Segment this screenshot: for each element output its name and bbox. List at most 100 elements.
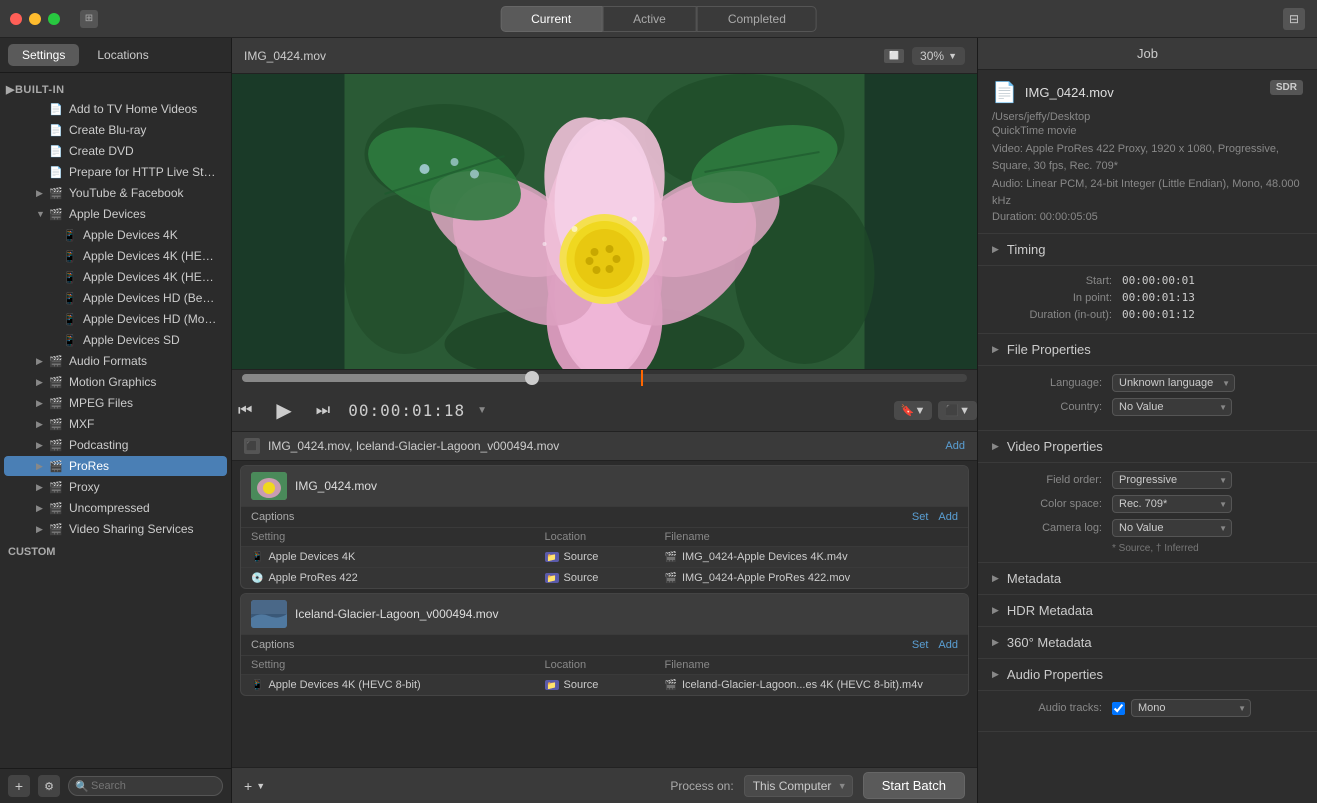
doc-icon: 📄 — [48, 143, 64, 159]
field-order-select[interactable]: Progressive — [1112, 471, 1232, 489]
sidebar-item-motion-graphics[interactable]: ▶ 🎬 Motion Graphics — [4, 372, 227, 392]
language-label: Language: — [992, 377, 1112, 389]
360-metadata-arrow-icon: ▶ — [992, 637, 999, 648]
in-out-marker — [641, 370, 643, 386]
sidebar-item-apple-4k-hevc2[interactable]: 📱 Apple Devices 4K (HEVC... — [4, 267, 227, 287]
sidebar-item-apple-sd[interactable]: 📱 Apple Devices SD — [4, 330, 227, 350]
close-button[interactable] — [10, 13, 22, 25]
file-info-path: /Users/jeffy/Desktop — [992, 111, 1303, 123]
location-cell: 📁 Source — [545, 551, 665, 563]
sidebar-item-label: Create Blu-ray — [69, 123, 219, 137]
file-properties-section-content: Language: Unknown language ▼ Country: No… — [978, 366, 1317, 431]
audio-properties-section-header[interactable]: ▶ Audio Properties — [978, 659, 1317, 691]
audio-tracks-label: Audio tracks: — [992, 702, 1112, 714]
tab-active[interactable]: Active — [602, 6, 697, 32]
bookmark-button[interactable]: 🔖▼ — [894, 401, 933, 420]
go-to-end-button[interactable]: ⏭ — [310, 400, 336, 422]
timing-start-row: Start: 00:00:00:01 — [992, 274, 1303, 287]
sidebar-item-podcasting[interactable]: ▶ 🎬 Podcasting — [4, 435, 227, 455]
batch-add-button[interactable]: Add — [945, 440, 965, 452]
sidebar-item-http[interactable]: 📄 Prepare for HTTP Live Stre... — [4, 162, 227, 182]
timecode-dropdown-icon[interactable]: ▼ — [477, 405, 487, 416]
hdr-metadata-section-header[interactable]: ▶ HDR Metadata — [978, 595, 1317, 627]
sidebar-item-apple-4k[interactable]: 📱 Apple Devices 4K — [4, 225, 227, 245]
sidebar-item-mxf[interactable]: ▶ 🎬 MXF — [4, 414, 227, 434]
sidebar-item-mpeg[interactable]: ▶ 🎬 MPEG Files — [4, 393, 227, 413]
field-order-label: Field order: — [992, 474, 1112, 486]
captions-set-button-1[interactable]: Set — [912, 511, 929, 523]
maximize-button[interactable] — [48, 13, 60, 25]
sidebar-item-label: Create DVD — [69, 144, 219, 158]
captions-add-button-1[interactable]: Add — [938, 511, 958, 523]
settings-row-1-2[interactable]: 💿 Apple ProRes 422 📁 Source 🎬 IMG_0424-A… — [241, 568, 968, 588]
sidebar-item-apple-devices[interactable]: ▼ 🎬 Apple Devices — [4, 204, 227, 224]
scrubber-thumb[interactable] — [525, 371, 539, 385]
sidebar-header: Settings Locations — [0, 38, 231, 73]
settings-row-2-1[interactable]: 📱 Apple Devices 4K (HEVC 8-bit) 📁 Source… — [241, 675, 968, 695]
folder-icon: 📁 — [545, 573, 559, 583]
metadata-section-title: Metadata — [1007, 571, 1061, 586]
sidebar-item-apple-hd-most[interactable]: 📱 Apple Devices HD (Most... — [4, 309, 227, 329]
scrubber-track[interactable] — [242, 374, 967, 382]
playback-right-controls: 🔖▼ ⬛▼ — [894, 401, 977, 420]
sidebar-tab-settings[interactable]: Settings — [8, 44, 79, 66]
camera-log-select[interactable]: No Value — [1112, 519, 1232, 537]
zoom-level: 30% — [920, 49, 944, 63]
file-properties-section-header[interactable]: ▶ File Properties — [978, 334, 1317, 366]
sidebar-item-video-sharing[interactable]: ▶ 🎬 Video Sharing Services — [4, 519, 227, 539]
crop-button[interactable]: ⬛▼ — [938, 401, 977, 420]
color-space-select[interactable]: Rec. 709* — [1112, 495, 1232, 513]
settings-button[interactable]: ⚙ — [38, 775, 60, 797]
sidebar-item-apple-4k-hevc1[interactable]: 📱 Apple Devices 4K (HEVC... — [4, 246, 227, 266]
360-metadata-section-header[interactable]: ▶ 360° Metadata — [978, 627, 1317, 659]
sidebar-item-blu-ray[interactable]: 📄 Create Blu-ray — [4, 120, 227, 140]
video-properties-section-header[interactable]: ▶ Video Properties — [978, 431, 1317, 463]
process-dropdown[interactable]: This Computer ▼ — [744, 775, 853, 797]
add-item-button[interactable]: + — [8, 775, 30, 797]
add-file-button[interactable]: + ▼ — [244, 778, 265, 794]
titlebar-right: ⊟ — [1283, 8, 1305, 30]
tab-completed[interactable]: Completed — [697, 6, 817, 32]
sidebar-item-add-tv[interactable]: 📄 Add to TV Home Videos — [4, 99, 227, 119]
arrow-icon: ▶ — [36, 377, 48, 388]
timing-inpoint-value: 00:00:01:13 — [1122, 291, 1195, 304]
right-panel-header: Job — [978, 38, 1317, 70]
go-to-start-button[interactable]: ⏮ — [232, 400, 258, 422]
setting-value: Apple Devices 4K (HEVC 8-bit) — [268, 679, 420, 691]
timing-section-header[interactable]: ▶ Timing — [978, 234, 1317, 266]
sidebar-item-dvd[interactable]: 📄 Create DVD — [4, 141, 227, 161]
sidebar-item-prores[interactable]: ▶ 🎬 ProRes — [4, 456, 227, 476]
captions-set-button-2[interactable]: Set — [912, 639, 929, 651]
audio-tracks-checkbox[interactable] — [1112, 702, 1125, 715]
audio-properties-section-content: Audio tracks: Mono ▼ — [978, 691, 1317, 732]
settings-table-2: Setting Location Filename 📱 Apple Device… — [241, 656, 968, 695]
col-setting: Setting — [251, 531, 545, 543]
setting-value: Apple ProRes 422 — [268, 572, 357, 584]
language-select-wrap: Unknown language ▼ — [1112, 374, 1235, 392]
country-select[interactable]: No Value — [1112, 398, 1232, 416]
captions-add-button-2[interactable]: Add — [938, 639, 958, 651]
zoom-control[interactable]: 30% ▼ — [912, 47, 965, 65]
settings-row-1-1[interactable]: 📱 Apple Devices 4K 📁 Source 🎬 IMG_0424-A… — [241, 547, 968, 568]
sidebar-item-proxy[interactable]: ▶ 🎬 Proxy — [4, 477, 227, 497]
sidebar-item-audio-formats[interactable]: ▶ 🎬 Audio Formats — [4, 351, 227, 371]
field-order-row: Field order: Progressive ▼ — [992, 471, 1303, 489]
play-button[interactable]: ▶ — [270, 396, 297, 425]
metadata-section-header[interactable]: ▶ Metadata — [978, 563, 1317, 595]
grid-layout-icon[interactable]: ⊟ — [1283, 8, 1305, 30]
sidebar-item-youtube[interactable]: ▶ 🎬 YouTube & Facebook — [4, 183, 227, 203]
sidebar-item-uncompressed[interactable]: ▶ 🎬 Uncompressed — [4, 498, 227, 518]
sidebar-item-apple-hd-best[interactable]: 📱 Apple Devices HD (Best... — [4, 288, 227, 308]
search-input[interactable] — [68, 776, 223, 796]
group-icon: 🎬 — [48, 500, 64, 516]
minimize-button[interactable] — [29, 13, 41, 25]
process-select[interactable]: This Computer — [744, 775, 853, 797]
sidebar-tab-locations[interactable]: Locations — [83, 44, 162, 66]
audio-tracks-select[interactable]: Mono — [1131, 699, 1251, 717]
tab-current[interactable]: Current — [500, 6, 602, 32]
sidebar-item-label: Apple Devices — [69, 207, 219, 221]
sidebar-item-label: Apple Devices HD (Most... — [83, 312, 219, 326]
sidebar-item-label: MPEG Files — [69, 396, 219, 410]
start-batch-button[interactable]: Start Batch — [863, 772, 965, 799]
language-select[interactable]: Unknown language — [1112, 374, 1235, 392]
